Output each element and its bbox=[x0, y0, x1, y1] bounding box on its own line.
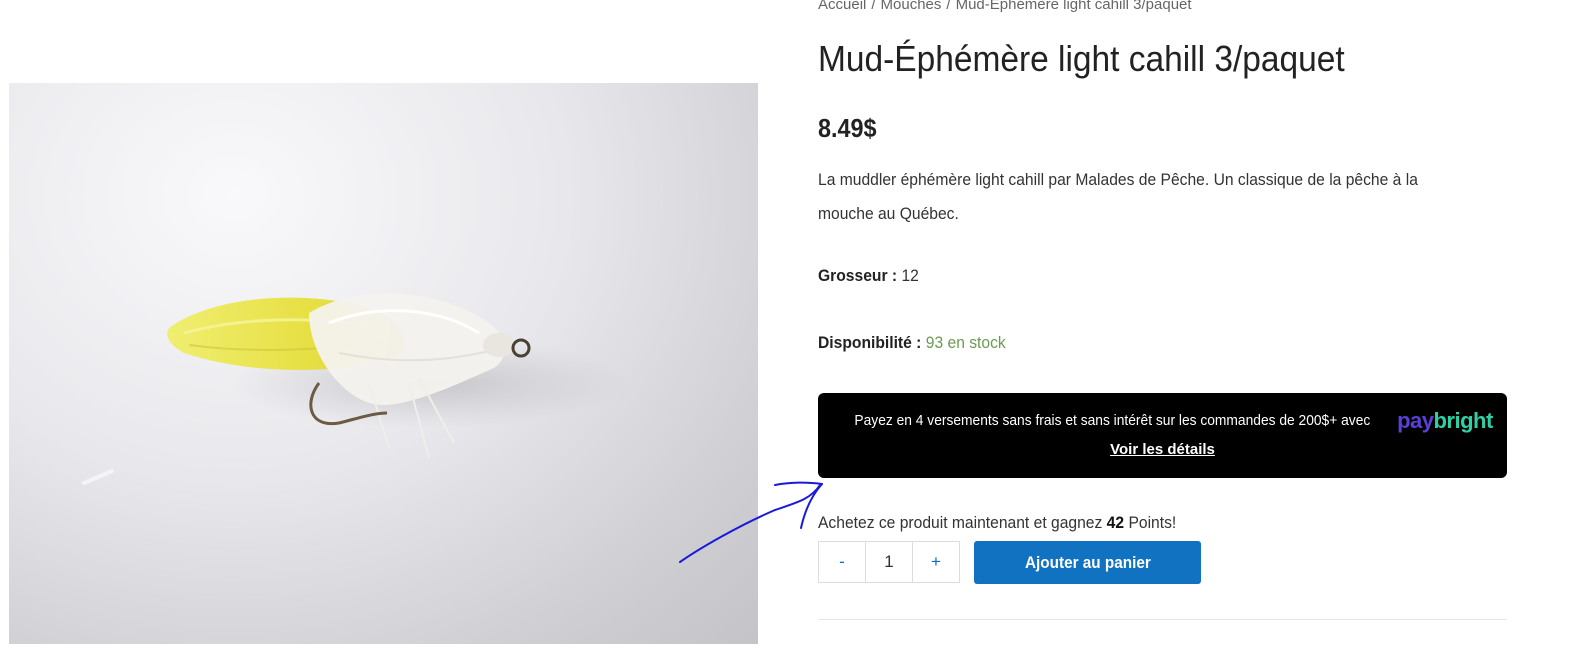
breadcrumb-category-link[interactable]: Mouches bbox=[881, 0, 942, 13]
paybright-logo-pay: pay bbox=[1397, 408, 1434, 433]
paybright-logo-bright: bright bbox=[1433, 408, 1493, 433]
size-label: Grosseur : bbox=[818, 266, 898, 285]
fly-lure-photo bbox=[82, 293, 629, 485]
add-to-cart-button[interactable]: Ajouter au panier bbox=[974, 541, 1201, 584]
breadcrumb-home-link[interactable]: Accueil bbox=[818, 0, 866, 13]
availability-row: Disponibilité : 93 en stock bbox=[818, 333, 1006, 353]
breadcrumb: Accueil / Mouches / Mud-Éphémère light cahil… bbox=[818, 0, 1192, 13]
paybright-logo: paybright bbox=[1397, 408, 1493, 433]
availability-label: Disponibilité : bbox=[818, 333, 922, 352]
points-prefix: Achetez ce produit maintenant et gagnez bbox=[818, 513, 1103, 532]
paybright-message: Payez en 4 versements sans frais et sans… bbox=[854, 411, 1371, 429]
breadcrumb-separator: / bbox=[946, 0, 951, 13]
product-description: La muddler éphémère light cahill par Mal… bbox=[818, 170, 1418, 223]
paybright-banner: Payez en 4 versements sans frais et sans… bbox=[818, 393, 1507, 478]
quantity-increase-button[interactable]: + bbox=[912, 541, 960, 583]
quantity-decrease-button[interactable]: - bbox=[818, 541, 866, 583]
breadcrumb-separator: / bbox=[871, 0, 876, 13]
paybright-message-line: Payez en 4 versements sans frais et sans… bbox=[818, 408, 1507, 434]
product-price: 8.49$ bbox=[818, 113, 877, 143]
availability-value: 93 en stock bbox=[925, 333, 1006, 352]
quantity-input[interactable]: 1 bbox=[866, 541, 912, 583]
product-title: Mud-Éphémère light cahill 3/paquet bbox=[818, 38, 1345, 79]
size-row: Grosseur : 12 bbox=[818, 266, 919, 286]
points-suffix: Points! bbox=[1128, 513, 1177, 532]
points-amount: 42 bbox=[1106, 513, 1125, 532]
points-message: Achetez ce produit maintenant et gagnez … bbox=[818, 513, 1176, 533]
product-image[interactable] bbox=[9, 83, 758, 644]
section-divider bbox=[818, 619, 1507, 620]
breadcrumb-current: Mud-Éphémère light cahill 3/paquet bbox=[955, 0, 1192, 13]
add-to-cart-label: Ajouter au panier bbox=[1024, 552, 1151, 572]
quantity-stepper: - 1 + bbox=[818, 541, 960, 583]
size-value: 12 bbox=[901, 266, 919, 285]
paybright-details-link[interactable]: Voir les détails bbox=[818, 441, 1507, 458]
